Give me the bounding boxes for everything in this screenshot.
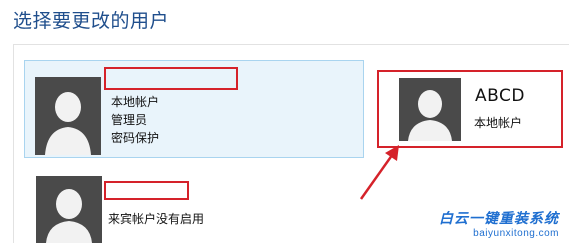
- user-role-label: 管理员: [111, 113, 148, 127]
- guest-avatar-icon: [36, 176, 102, 243]
- page-title: 选择要更改的用户: [13, 10, 170, 32]
- abcd-avatar-icon: [399, 78, 461, 141]
- red-arrow-icon: [359, 145, 399, 200]
- user-type-label: 本地帐户: [111, 95, 160, 109]
- user-avatar-icon: [35, 77, 101, 155]
- user-card-abcd[interactable]: ABCD 本地帐户: [377, 70, 563, 148]
- user-password-label: 密码保护: [111, 131, 160, 145]
- watermark: 白云一键重装系统 baiyunxitong.com: [439, 208, 559, 239]
- user-type-label: 本地帐户: [474, 116, 523, 130]
- watermark-logo: 白云一键重装系统: [439, 211, 559, 227]
- user-name: ABCD: [475, 86, 525, 106]
- guest-status-label: 来宾帐户没有启用: [108, 212, 205, 226]
- redacted-guest-name-box: [104, 181, 189, 200]
- watermark-url: baiyunxitong.com: [473, 228, 559, 239]
- redacted-username-box: [104, 67, 238, 90]
